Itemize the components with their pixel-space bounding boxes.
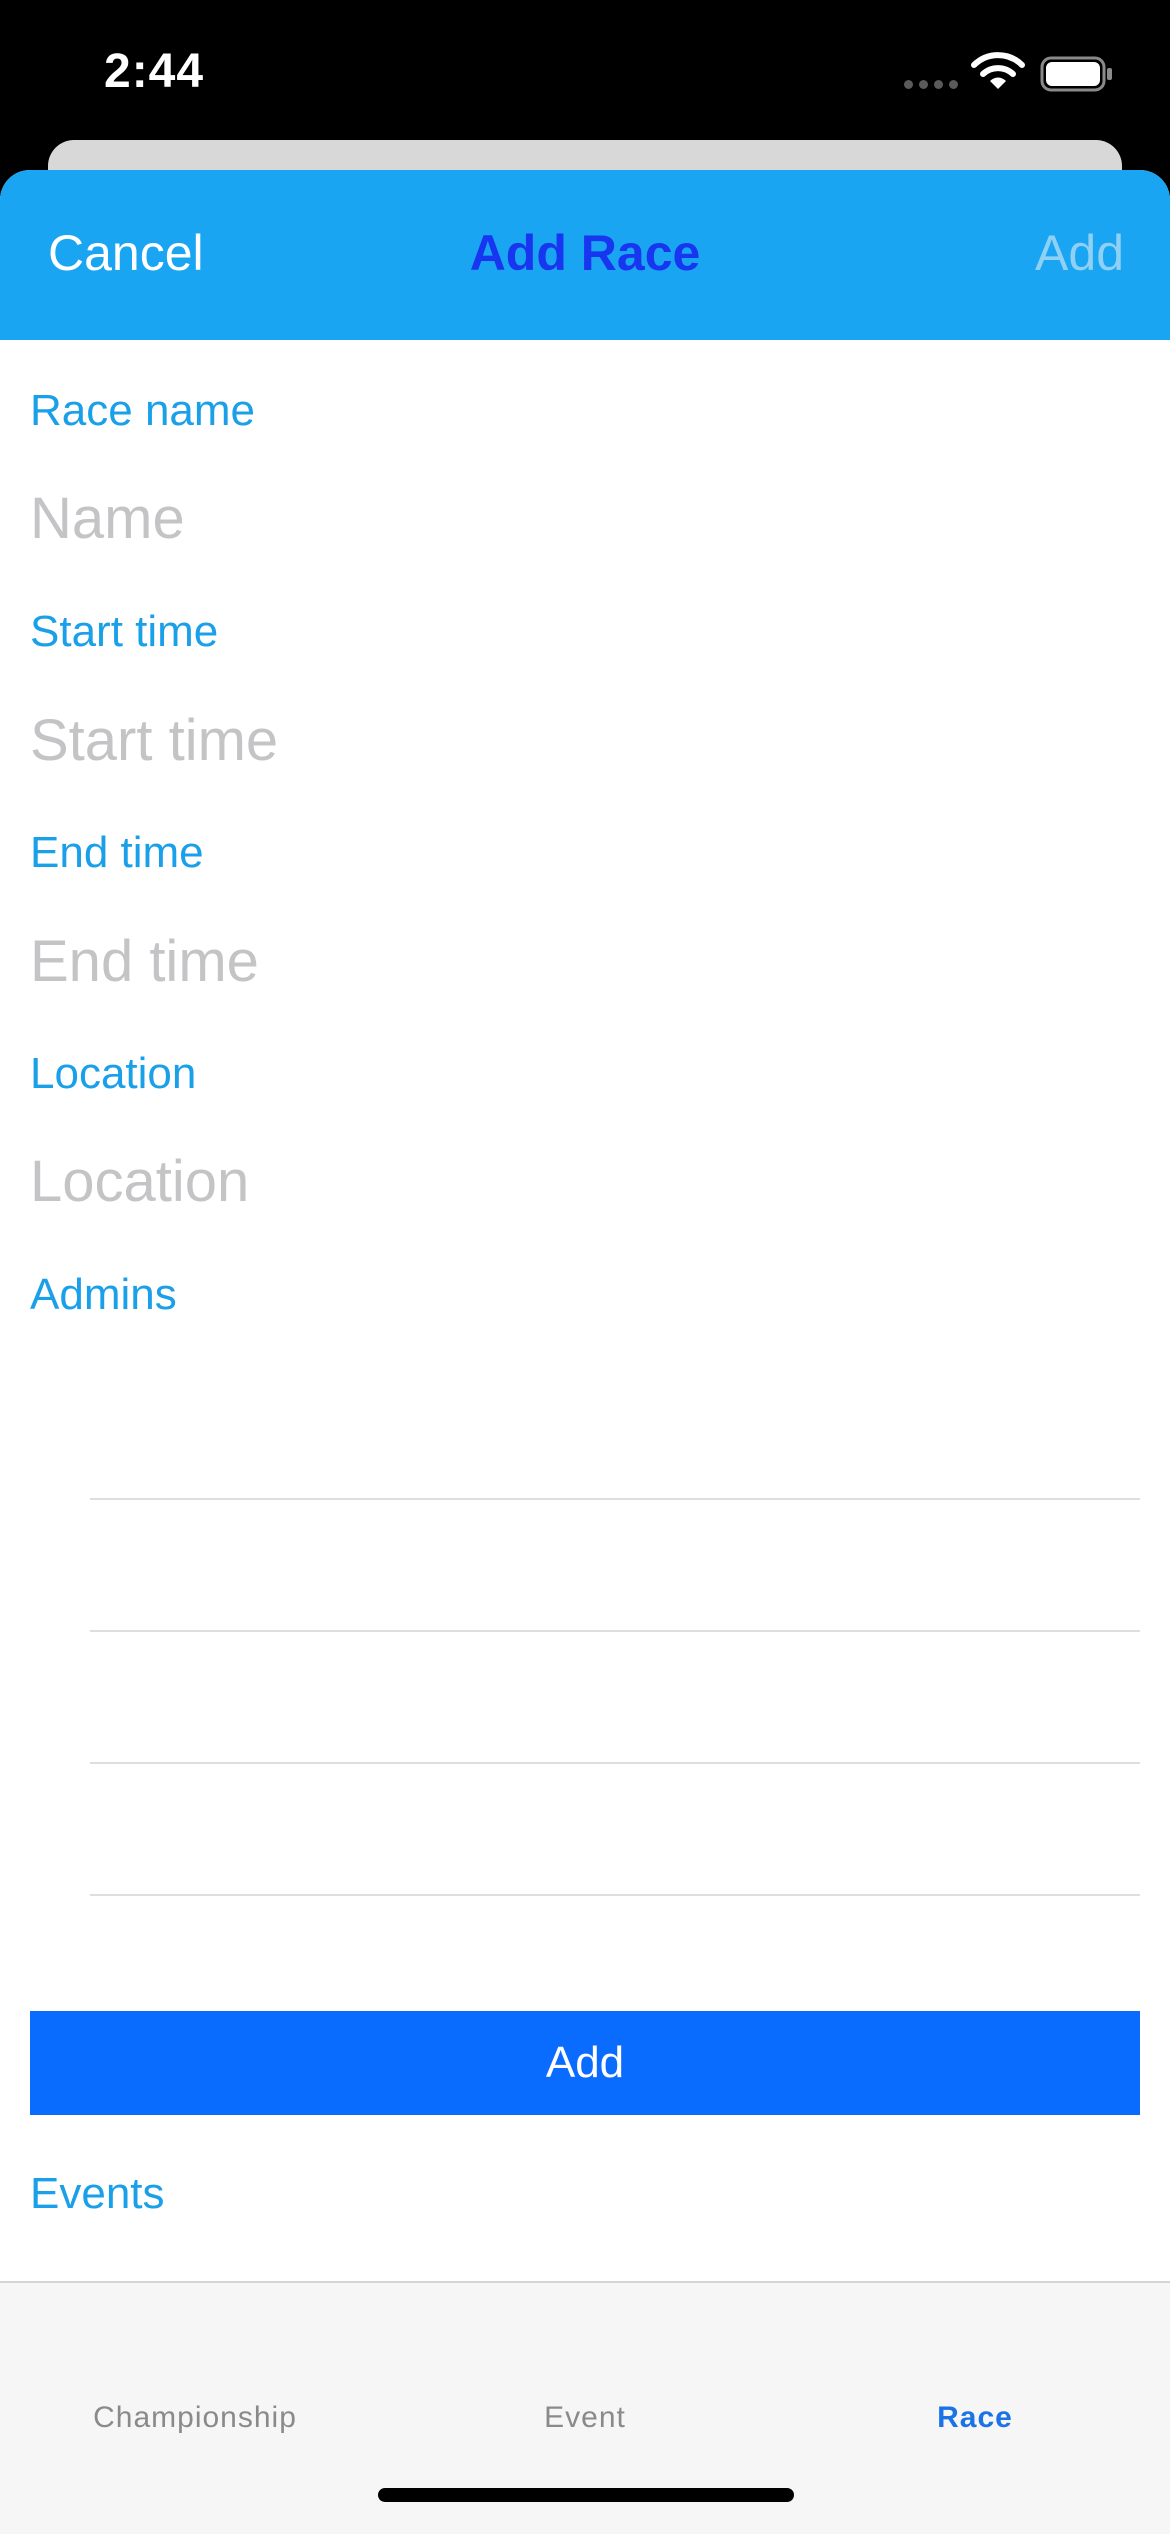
admin-row[interactable] (90, 1366, 1140, 1500)
admin-row[interactable] (90, 1762, 1140, 1896)
cancel-button[interactable]: Cancel (48, 224, 204, 282)
wifi-icon (971, 52, 1025, 89)
start-time-label: Start time (30, 607, 219, 656)
events-label: Events (30, 2169, 165, 2218)
start-time-input[interactable] (30, 700, 1130, 780)
admin-row[interactable] (90, 1630, 1140, 1764)
cellular-signal-icon (904, 80, 958, 89)
race-name-input[interactable] (30, 478, 1130, 558)
status-time: 2:44 (104, 45, 205, 98)
status-bar: 2:44 (0, 0, 1170, 140)
admins-label: Admins (30, 1270, 177, 1319)
admin-row[interactable] (90, 1498, 1140, 1632)
tab-event[interactable]: Event (390, 2401, 780, 2435)
race-name-label: Race name (30, 386, 256, 435)
add-race-button[interactable]: Add (1035, 224, 1124, 282)
location-input[interactable] (30, 1141, 1130, 1221)
tab-race[interactable]: Race (780, 2401, 1170, 2435)
home-indicator (378, 2488, 794, 2502)
add-race-sheet: Cancel Add Race Add Race name Start time… (0, 170, 1170, 2532)
add-admin-button[interactable]: Add (30, 2011, 1140, 2115)
battery-icon (1040, 56, 1112, 92)
tab-championship[interactable]: Championship (0, 2401, 390, 2435)
location-label: Location (30, 1049, 197, 1098)
end-time-input[interactable] (30, 921, 1130, 1001)
end-time-label: End time (30, 828, 204, 877)
navigation-bar: Cancel Add Race Add (0, 170, 1170, 340)
